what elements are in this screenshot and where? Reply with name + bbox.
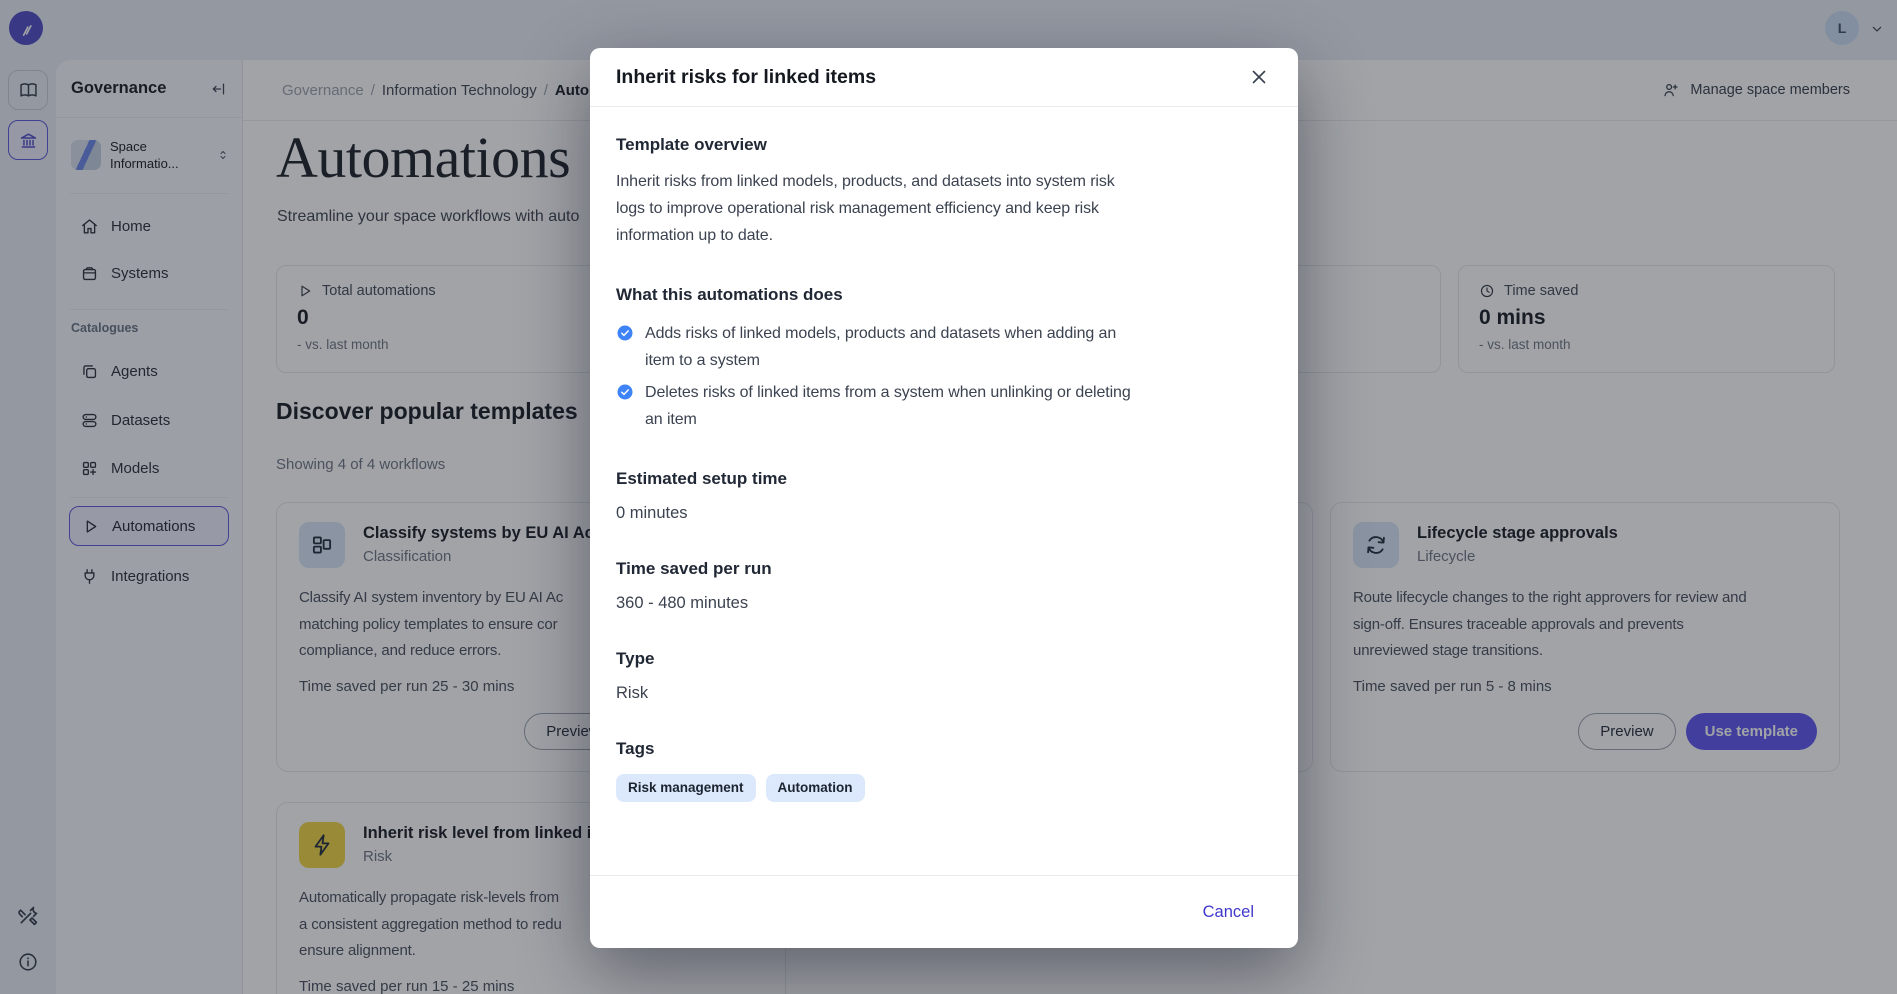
- tag-automation: Automation: [766, 774, 865, 802]
- tags-row: Risk management Automation: [616, 774, 1272, 802]
- close-icon: [1248, 66, 1270, 88]
- close-button[interactable]: [1246, 64, 1272, 90]
- type-value: Risk: [616, 684, 1272, 703]
- what-heading: What this automations does: [616, 285, 1272, 305]
- list-item: Adds risks of linked models, products an…: [616, 320, 1272, 374]
- setup-time-heading: Estimated setup time: [616, 469, 1272, 489]
- tag-risk-management: Risk management: [616, 774, 756, 802]
- time-saved-heading: Time saved per run: [616, 559, 1272, 579]
- setup-time-value: 0 minutes: [616, 504, 1272, 523]
- what-list: Adds risks of linked models, products an…: [616, 320, 1272, 433]
- cancel-button[interactable]: Cancel: [1203, 903, 1254, 922]
- check-circle-icon: [616, 324, 634, 374]
- type-heading: Type: [616, 649, 1272, 669]
- app-root: L Governance Spa: [0, 0, 1897, 994]
- modal-footer: Cancel: [590, 875, 1298, 948]
- time-saved-value: 360 - 480 minutes: [616, 594, 1272, 613]
- modal-title: Inherit risks for linked items: [616, 66, 876, 89]
- overview-heading: Template overview: [616, 135, 1272, 155]
- list-item: Deletes risks of linked items from a sys…: [616, 379, 1272, 433]
- template-details-modal: Inherit risks for linked items Template …: [590, 48, 1298, 948]
- modal-body: Template overview Inherit risks from lin…: [590, 107, 1298, 875]
- overview-text: Inherit risks from linked models, produc…: [616, 168, 1272, 249]
- check-circle-icon: [616, 383, 634, 433]
- tags-heading: Tags: [616, 739, 1272, 759]
- modal-header: Inherit risks for linked items: [590, 48, 1298, 107]
